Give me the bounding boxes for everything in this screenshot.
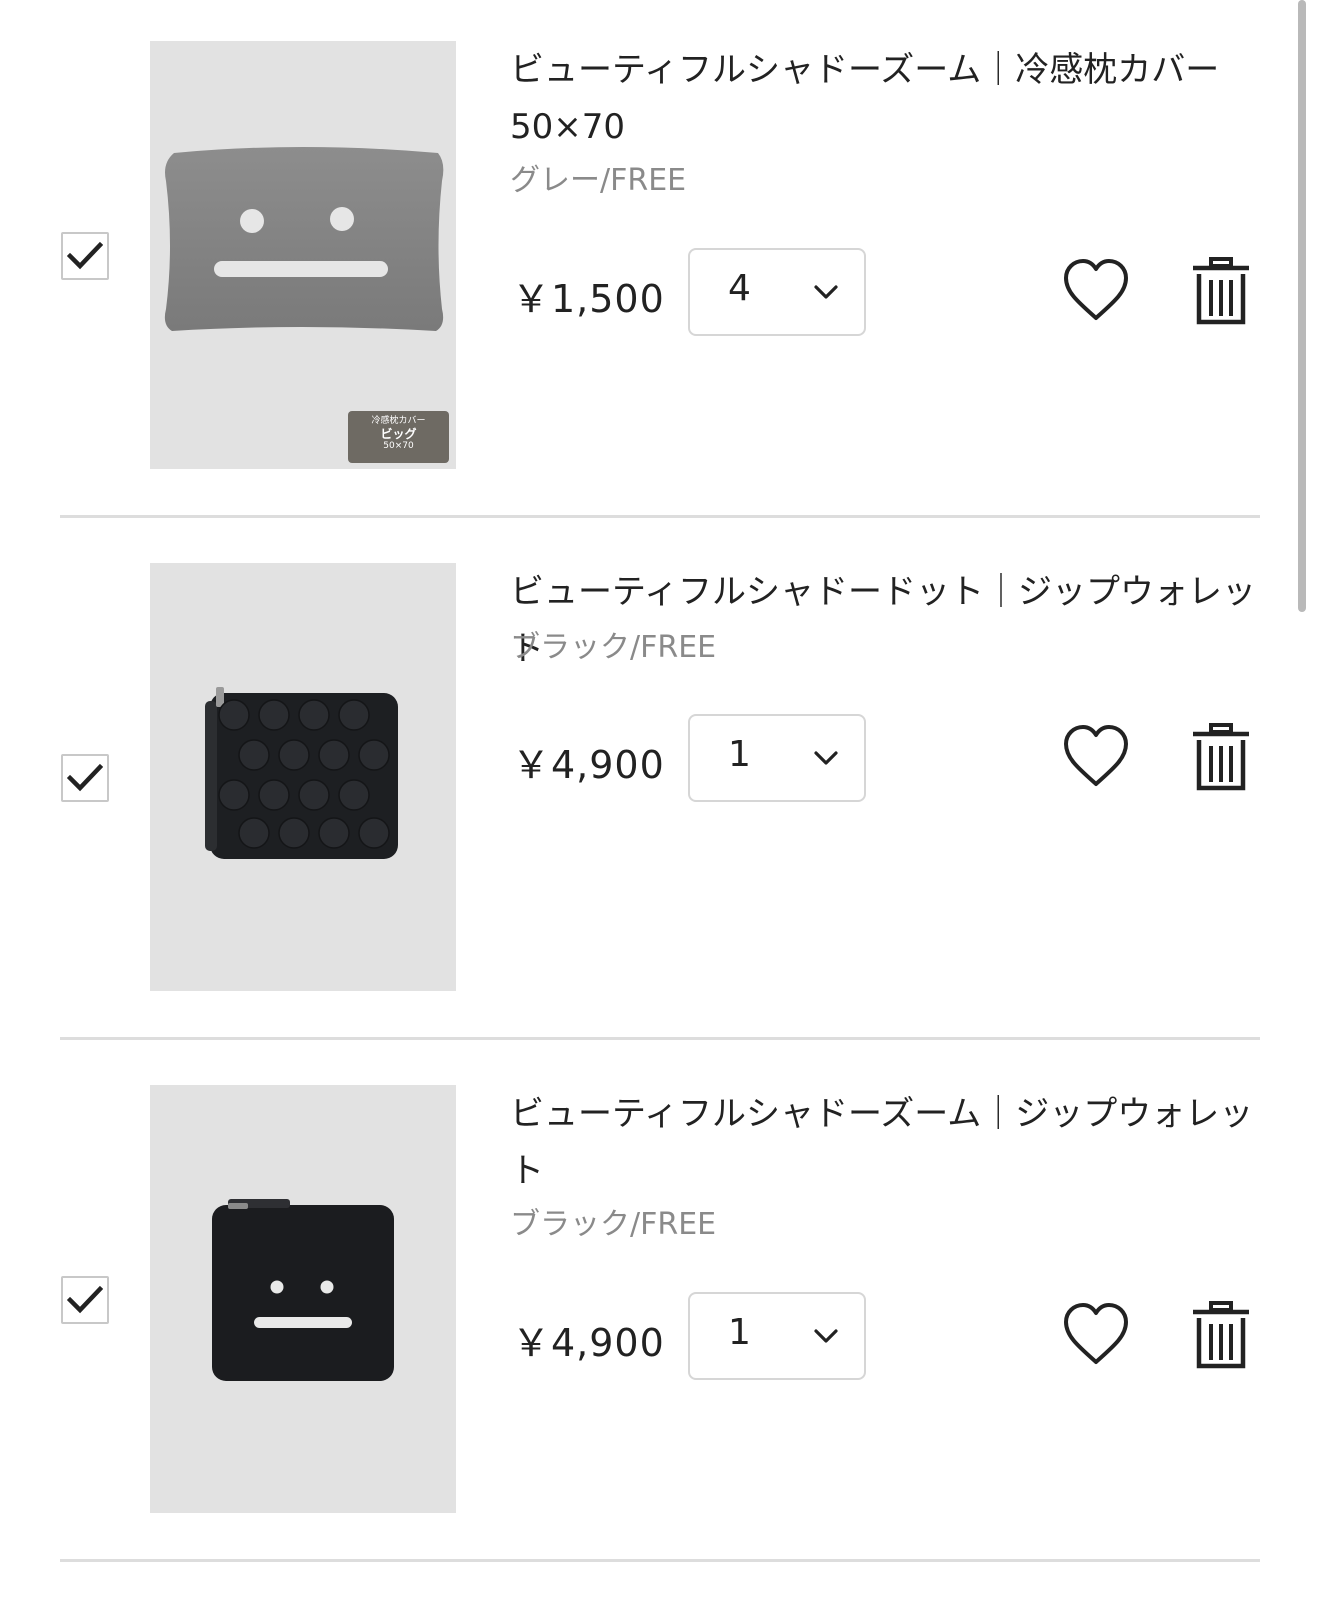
favorite-button[interactable]: [1060, 722, 1132, 794]
quantity-value: 1: [728, 734, 751, 775]
cart-item: 冷感枕カバー ビッグ 50×70 ビューティフルシャドーズーム｜冷感枕カバー 5…: [0, 0, 1320, 522]
item-select-checkbox[interactable]: [61, 754, 109, 802]
dot-zip-wallet-image: [205, 687, 398, 859]
chevron-down-icon: [814, 1329, 838, 1343]
product-variant: グレー/FREE: [510, 163, 687, 198]
quantity-select[interactable]: 1: [688, 714, 866, 802]
quantity-value: 1: [728, 1312, 751, 1353]
product-title[interactable]: ビューティフルシャドーズーム｜冷感枕カバー 50×70: [510, 42, 1260, 156]
delete-button[interactable]: [1189, 256, 1253, 328]
heart-icon: [1064, 259, 1128, 320]
face-zip-wallet-image: [212, 1199, 394, 1381]
product-price: ￥1,500: [512, 277, 665, 321]
chevron-down-icon: [814, 751, 838, 765]
product-variant: ブラック/FREE: [510, 630, 717, 665]
product-price: ￥4,900: [512, 743, 665, 787]
delete-button[interactable]: [1189, 1300, 1253, 1372]
product-size-badge: 冷感枕カバー ビッグ 50×70: [348, 411, 449, 463]
checkmark-icon: [67, 763, 103, 792]
trash-icon: [1193, 1301, 1249, 1369]
trash-icon: [1193, 723, 1249, 791]
badge-line-3: 50×70: [383, 441, 414, 452]
cart-item: ビューティフルシャドードット｜ジップウォレット ブラック/FREE ￥4,900…: [0, 522, 1320, 1044]
quantity-select[interactable]: 1: [688, 1292, 866, 1380]
product-title[interactable]: ビューティフルシャドーズーム｜ジップウォレット: [510, 1086, 1260, 1200]
quantity-value: 4: [728, 268, 751, 309]
delete-button[interactable]: [1189, 722, 1253, 794]
product-price: ￥4,900: [512, 1321, 665, 1365]
quantity-select[interactable]: 4: [688, 248, 866, 336]
checkmark-icon: [67, 1285, 103, 1314]
heart-icon: [1064, 725, 1128, 786]
badge-line-1: 冷感枕カバー: [371, 416, 426, 426]
trash-icon: [1193, 257, 1249, 325]
item-select-checkbox[interactable]: [61, 232, 109, 280]
favorite-button[interactable]: [1060, 256, 1132, 328]
cart-item-list: 冷感枕カバー ビッグ 50×70 ビューティフルシャドーズーム｜冷感枕カバー 5…: [0, 0, 1320, 1566]
item-divider: [60, 1559, 1260, 1562]
product-image[interactable]: [150, 1085, 456, 1513]
heart-icon: [1064, 1303, 1128, 1364]
favorite-button[interactable]: [1060, 1300, 1132, 1372]
pillow-cover-image: [164, 147, 444, 331]
item-select-checkbox[interactable]: [61, 1276, 109, 1324]
checkmark-icon: [67, 241, 103, 270]
chevron-down-icon: [814, 285, 838, 299]
item-divider: [60, 515, 1260, 518]
product-variant: ブラック/FREE: [510, 1207, 717, 1242]
cart-item: ビューティフルシャドーズーム｜ジップウォレット ブラック/FREE ￥4,900…: [0, 1044, 1320, 1566]
badge-line-2: ビッグ: [380, 426, 417, 441]
product-image[interactable]: [150, 563, 456, 991]
item-divider: [60, 1037, 1260, 1040]
product-image[interactable]: 冷感枕カバー ビッグ 50×70: [150, 41, 456, 469]
